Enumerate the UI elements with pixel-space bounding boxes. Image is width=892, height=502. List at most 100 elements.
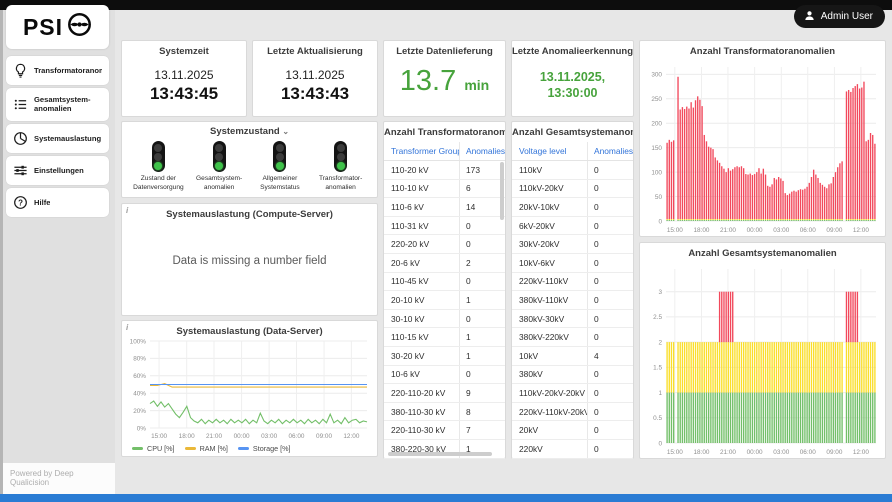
- table-row: 110kV-20kV0: [512, 180, 633, 199]
- svg-text:200: 200: [651, 121, 662, 128]
- svg-text:2.5: 2.5: [653, 314, 662, 321]
- traffic-light-label: Gesamtsystem-anomalien: [196, 175, 242, 193]
- traffic-light-icon: [213, 141, 226, 172]
- traffic-light: Zustand derDatenversorgung: [129, 141, 187, 193]
- sidebar: PSI Transformatoranomalien Gesamtsystem-…: [0, 10, 115, 494]
- table-row: 380-110-30 kV8: [384, 403, 505, 422]
- table-row: 20kV0: [512, 421, 633, 440]
- window-edge: [0, 10, 3, 494]
- systemzustand-panel: Systemzustand ⌄ Zustand derDatenversorgu…: [121, 121, 378, 198]
- system-date: 13.11.2025: [154, 68, 213, 82]
- traffic-light-icon: [273, 141, 286, 172]
- horizontal-scrollbar[interactable]: [388, 452, 492, 456]
- system-anomalies-chart-panel: Anzahl Gesamtsystemanomalien 00.511.522.…: [639, 242, 886, 459]
- svg-text:03:00: 03:00: [261, 433, 277, 440]
- traffic-light-label: Transformator-anomalien: [319, 175, 362, 193]
- sidebar-item-hilfe[interactable]: ? Hilfe: [6, 188, 109, 217]
- svg-text:12:00: 12:00: [853, 449, 869, 456]
- traffic-light: Transformator-anomalien: [312, 141, 370, 193]
- legend-item[interactable]: Storage [%]: [238, 444, 291, 453]
- card-title: Letzte Anomalieerkennung: [512, 41, 633, 57]
- table-row: 380kV-220kV0: [512, 328, 633, 347]
- svg-text:09:00: 09:00: [826, 227, 842, 234]
- table-row: 220kV0: [512, 440, 633, 459]
- svg-text:100%: 100%: [130, 338, 147, 345]
- transformer-anomalies-chart: 05010015020025030015:0018:0021:0000:0003…: [642, 59, 883, 234]
- system-anomalies-chart: 00.511.522.5315:0018:0021:0000:0003:0006…: [642, 261, 883, 456]
- table-row: 220kV-110kV0: [512, 273, 633, 292]
- svg-text:18:00: 18:00: [179, 433, 195, 440]
- legend-item[interactable]: RAM [%]: [185, 444, 228, 453]
- user-icon: [803, 9, 816, 25]
- chart-legend: CPU [%] RAM [%] Storage [%]: [132, 444, 290, 453]
- column-header[interactable]: Voltage level: [512, 146, 587, 156]
- sidebar-item-gesamtsystemanomalien[interactable]: Gesamtsystem-anomalien: [6, 88, 109, 121]
- svg-text:21:00: 21:00: [720, 227, 736, 234]
- sidebar-item-systemauslastung[interactable]: Systemauslastung: [6, 124, 109, 153]
- svg-text:150: 150: [651, 145, 662, 152]
- letzte-datenlieferung-card: Letzte Datenlieferung 13.7 min: [383, 40, 506, 117]
- update-date: 13.11.2025: [285, 68, 344, 82]
- svg-text:0%: 0%: [137, 425, 147, 432]
- legend-item[interactable]: CPU [%]: [132, 444, 175, 453]
- traffic-light-icon: [334, 141, 347, 172]
- table-row: 380kV-110kV0: [512, 291, 633, 310]
- panel-title: Systemauslastung (Compute-Server): [122, 204, 377, 220]
- svg-text:06:00: 06:00: [288, 433, 304, 440]
- svg-text:100: 100: [651, 169, 662, 176]
- table-title: Anzahl Gesamtsystemanomalien: [512, 122, 633, 138]
- column-header[interactable]: Anomalies: [459, 142, 505, 160]
- traffic-light: AllgemeinerSystemstatus: [251, 141, 309, 193]
- system-time: 13:43:45: [150, 84, 218, 104]
- svg-text:1: 1: [658, 390, 662, 397]
- column-header[interactable]: Anomalies: [587, 142, 633, 160]
- sidebar-item-label: Hilfe: [34, 198, 50, 207]
- table-row: 220-20 kV0: [384, 235, 505, 254]
- table-row: 380kV-30kV0: [512, 310, 633, 329]
- column-header[interactable]: Transformer Group: [384, 146, 459, 156]
- info-icon[interactable]: i: [126, 323, 128, 332]
- svg-text:00:00: 00:00: [234, 433, 250, 440]
- vertical-scrollbar[interactable]: [500, 162, 504, 220]
- info-icon[interactable]: i: [126, 206, 128, 215]
- traffic-light-icon: [152, 141, 165, 172]
- user-label: Admin User: [821, 11, 873, 22]
- sidebar-item-label: Gesamtsystem-anomalien: [34, 95, 102, 114]
- systemzustand-dropdown[interactable]: Systemzustand ⌄: [122, 122, 377, 137]
- legend-color-dash: [185, 447, 196, 450]
- svg-text:06:00: 06:00: [800, 227, 816, 234]
- sidebar-item-label: Systemauslastung: [34, 134, 101, 143]
- traffic-light-label: Zustand derDatenversorgung: [133, 175, 184, 193]
- table-row: 110-6 kV14: [384, 198, 505, 217]
- data-server-chart: 0%20%40%60%80%100%15:0018:0021:0000:0003…: [124, 337, 375, 440]
- chart-title: Anzahl Gesamtsystemanomalien: [640, 243, 885, 259]
- psi-logo: PSI: [6, 5, 109, 49]
- traffic-lights-row: Zustand derDatenversorgung Gesamtsystem-a…: [122, 137, 377, 193]
- admin-user-button[interactable]: Admin User: [794, 5, 885, 28]
- svg-text:15:00: 15:00: [667, 449, 683, 456]
- table-row: 110-10 kV6: [384, 180, 505, 199]
- svg-text:40%: 40%: [133, 391, 146, 398]
- card-title: Letzte Aktualisierung: [267, 41, 363, 57]
- anomaly-time: 13:30:00: [540, 85, 605, 101]
- table-row: 220-110-20 kV9: [384, 384, 505, 403]
- sidebar-item-transformatoranomalien[interactable]: Transformatoranomalien: [6, 56, 109, 85]
- svg-text:0.5: 0.5: [653, 415, 662, 422]
- traffic-light-label: AllgemeinerSystemstatus: [260, 175, 300, 193]
- card-title: Letzte Datenlieferung: [396, 41, 493, 57]
- svg-text:09:00: 09:00: [826, 449, 842, 456]
- table-title: Anzahl Transformatoranomalien: [384, 122, 505, 138]
- svg-text:80%: 80%: [133, 356, 146, 363]
- svg-text:60%: 60%: [133, 373, 146, 380]
- sidebar-item-einstellungen[interactable]: Einstellungen: [6, 156, 109, 185]
- chart-title: Anzahl Transformatoranomalien: [640, 41, 885, 57]
- table-row: 10-6 kV0: [384, 366, 505, 385]
- svg-text:300: 300: [651, 72, 662, 79]
- table-row: 30-20 kV1: [384, 347, 505, 366]
- table-row: 110-45 kV0: [384, 273, 505, 292]
- table-row: 30-10 kV0: [384, 310, 505, 329]
- table-row: 110kV-20kV-20kV0: [512, 384, 633, 403]
- table-row: 20kV-10kV0: [512, 198, 633, 217]
- sidebar-item-label: Transformatoranomalien: [34, 66, 102, 75]
- systemzeit-card: Systemzeit 13.11.2025 13:43:45: [121, 40, 247, 117]
